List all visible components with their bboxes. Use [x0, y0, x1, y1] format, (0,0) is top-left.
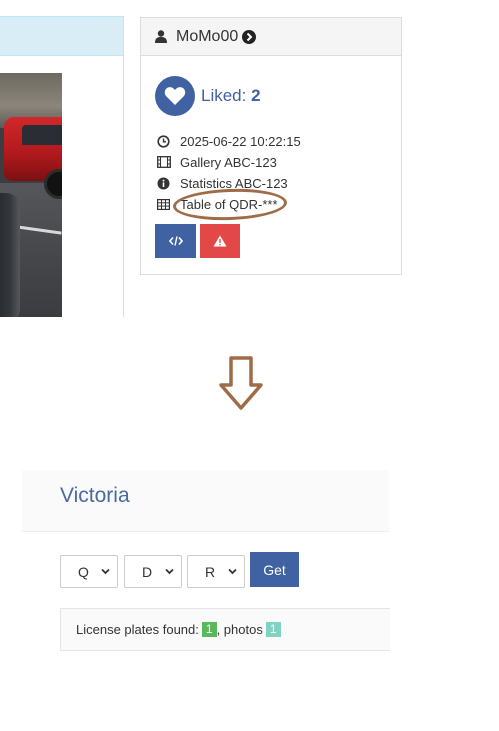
- chevron-down-icon: [228, 568, 237, 575]
- meta-gallery[interactable]: Gallery ABC-123: [157, 152, 301, 173]
- get-button[interactable]: Get: [250, 552, 299, 587]
- photos-count-badge: 1: [265, 622, 281, 637]
- dark-car-shape: [0, 193, 20, 317]
- results-summary: License plates found: 1 , photos 1: [60, 608, 390, 651]
- plate-letter-2-select[interactable]: D: [124, 555, 182, 588]
- chevron-down-icon: [101, 568, 110, 575]
- plate-letter-3-select[interactable]: R: [187, 555, 245, 588]
- report-button[interactable]: [200, 224, 240, 258]
- clock-icon: [157, 135, 170, 148]
- chevron-down-icon: [165, 568, 174, 575]
- like-row: Liked: 2: [155, 76, 261, 116]
- warning-icon: [213, 235, 227, 247]
- select-2-value: D: [142, 564, 153, 580]
- plate-letter-1-select[interactable]: Q: [60, 555, 118, 588]
- car-window-shape: [22, 125, 62, 145]
- arrow-circle-right-icon[interactable]: [242, 29, 257, 44]
- meta-gallery-text: Gallery ABC-123: [180, 155, 277, 170]
- liked-count: 2: [251, 86, 261, 105]
- photos-label: , photos: [216, 622, 263, 637]
- plates-count-badge: 1: [201, 622, 217, 637]
- region-title: Victoria: [60, 484, 130, 507]
- user-card: MoMo00 Liked: 2 2025-06-22 10:22:15 Gall…: [140, 17, 402, 275]
- embed-code-button[interactable]: [155, 224, 196, 258]
- meta-date-text: 2025-06-22 10:22:15: [180, 134, 301, 149]
- liked-label: Liked:: [201, 86, 247, 105]
- user-card-header: MoMo00: [141, 18, 401, 56]
- like-button[interactable]: [155, 76, 195, 116]
- car-photo[interactable]: [0, 73, 62, 317]
- region-header: Victoria: [22, 470, 389, 532]
- film-icon: [157, 156, 171, 169]
- select-1-value: Q: [78, 564, 89, 580]
- code-icon: [168, 236, 183, 246]
- action-buttons: [155, 224, 240, 258]
- table-icon: [157, 198, 171, 211]
- info-circle-icon: [157, 177, 170, 190]
- photo-panel-header: [0, 16, 124, 56]
- found-label: License plates found:: [76, 622, 199, 637]
- user-icon: [155, 30, 167, 43]
- username-link[interactable]: MoMo00: [176, 28, 238, 46]
- meta-date: 2025-06-22 10:22:15: [157, 131, 301, 152]
- select-3-value: R: [205, 564, 216, 580]
- liked-counter: Liked: 2: [201, 86, 261, 106]
- heart-icon: [164, 87, 186, 105]
- down-arrow-icon: [219, 356, 263, 410]
- photo-panel-border: [123, 55, 124, 317]
